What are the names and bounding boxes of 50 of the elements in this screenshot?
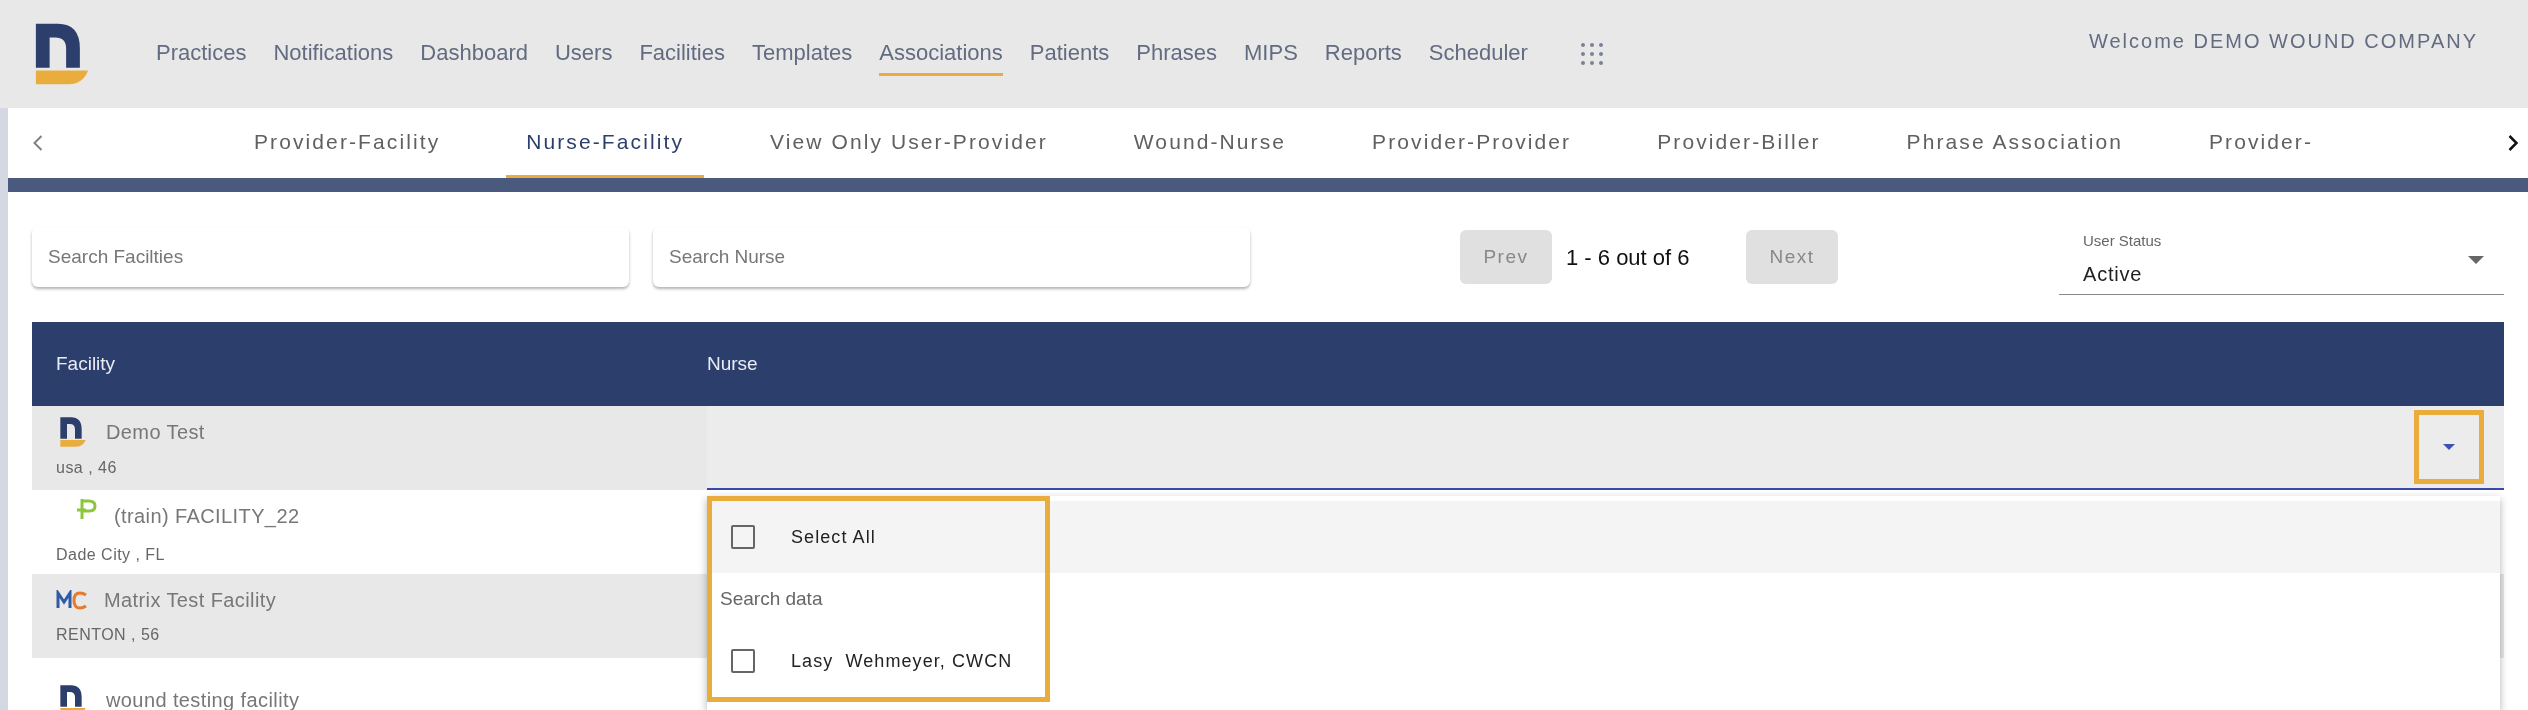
column-header: Facility: [55, 351, 117, 376]
prev-button[interactable]: Prev: [1460, 230, 1552, 284]
next-button[interactable]: Next: [1746, 230, 1838, 284]
nav-link[interactable]: Scheduler: [1428, 36, 1528, 76]
search-data-field[interactable]: Search data: [712, 573, 1032, 625]
dropdown-option[interactable]: Select All: [712, 501, 1045, 573]
apps-grid-icon[interactable]: [1579, 42, 1604, 66]
facility-location: Dade City , FL: [56, 545, 166, 565]
facility-location: RENTON , 56: [56, 625, 161, 645]
nav-link[interactable]: Associations: [879, 36, 1003, 76]
facility-location: usa , 46: [56, 458, 118, 478]
nav-link[interactable]: MIPS: [1244, 36, 1298, 76]
nav-link[interactable]: Templates: [752, 36, 853, 76]
welcome-text: Welcome DEMO WOUND COMPANY: [2088, 29, 2478, 54]
nav-link[interactable]: Patients: [1029, 36, 1110, 76]
caret-icon: [2468, 255, 2484, 264]
select-label: User Status: [2083, 231, 2162, 252]
column-header: Nurse: [707, 351, 758, 376]
tab[interactable]: Phrase Association: [1886, 108, 2143, 178]
select-value: Active: [2083, 261, 2144, 287]
facility-name: Demo Test: [106, 420, 205, 445]
tab[interactable]: Provider-: [2188, 108, 2334, 178]
facility-name: Matrix Test Facility: [104, 588, 277, 613]
facility-name: (train) FACILITY_22: [114, 504, 300, 530]
user-status-select[interactable]: User Status Active: [2059, 225, 2504, 295]
tab[interactable]: Provider-Biller: [1637, 108, 1841, 178]
search-nurse-field[interactable]: Search Nurse: [653, 227, 1250, 287]
facility-logo-icon: [76, 497, 98, 521]
nav-link[interactable]: Phrases: [1136, 36, 1217, 76]
chevron-left-icon: [33, 135, 43, 151]
search-facilities-field[interactable]: Search Facilties: [32, 227, 629, 287]
option-label: Lasy Wehmeyer, CWCN: [791, 649, 1013, 673]
facility-logo-icon: [56, 589, 88, 611]
nav-link[interactable]: Facilities: [639, 36, 725, 76]
tab[interactable]: Wound-Nurse: [1113, 108, 1307, 178]
option-label: Select All: [791, 525, 876, 549]
checkbox[interactable]: [731, 525, 755, 549]
nav-link[interactable]: Users: [554, 36, 613, 76]
caret-icon: [2442, 443, 2456, 451]
nav-link[interactable]: Dashboard: [420, 36, 528, 76]
tab[interactable]: Provider-Facility: [234, 108, 461, 178]
tab[interactable]: View Only User-Provider: [750, 108, 1068, 178]
chevron-right-icon: [2508, 135, 2518, 151]
nav-link[interactable]: Notifications: [273, 36, 394, 76]
nav-link[interactable]: Reports: [1324, 36, 1402, 76]
checkbox[interactable]: [731, 649, 755, 673]
page-range-text: 1 - 6 out of 6: [1566, 243, 1691, 272]
nav-link[interactable]: Practices: [156, 36, 247, 76]
tab[interactable]: Provider-Provider: [1352, 108, 1592, 178]
nurse-select[interactable]: [707, 406, 2504, 490]
